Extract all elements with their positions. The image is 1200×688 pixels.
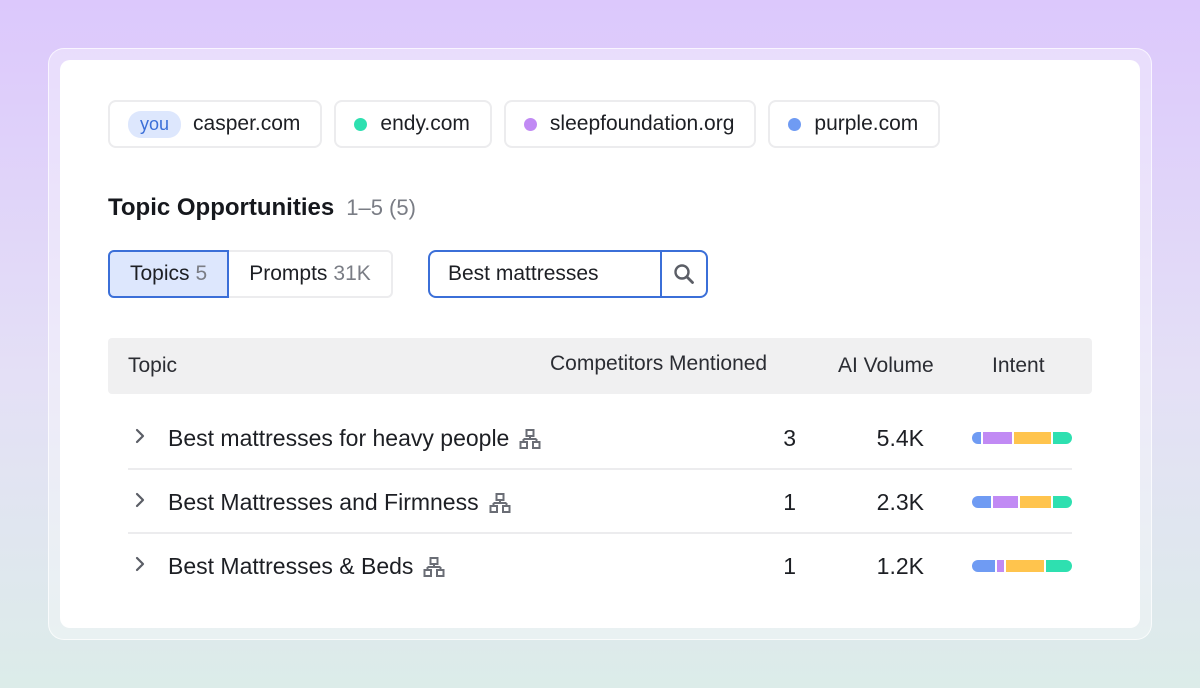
chevron-right-icon[interactable] [132, 428, 148, 444]
domain-color-dot [523, 117, 537, 131]
domain-chips: you casper.com endy.com sleepfoundation.… [108, 100, 941, 148]
table-row[interactable]: Best mattresses for heavy people 3 5.4K [128, 406, 1072, 470]
table-row[interactable]: Best Mattresses & Beds 1 1.2K [128, 534, 1072, 598]
competitors-count: 3 [783, 425, 796, 451]
intent-segment-commercial [992, 496, 1019, 508]
domain-chip-purple[interactable]: purple.com [768, 100, 941, 148]
topic-hierarchy-icon [519, 428, 541, 449]
result-range: 1–5 (5) [346, 195, 416, 220]
ai-volume: 1.2K [876, 553, 924, 579]
page-title: Topic Opportunities [108, 194, 335, 221]
column-header-intent: Intent [992, 354, 1045, 377]
domain-name: sleepfoundation.org [549, 112, 735, 135]
intent-bar [972, 496, 1072, 508]
intent-segment-informational [972, 432, 982, 444]
ai-volume: 5.4K [876, 425, 924, 451]
view-tabs: Topics 5 Prompts 31K [108, 250, 393, 298]
intent-segment-commercial [983, 432, 1012, 444]
domain-chip-endy[interactable]: endy.com [334, 100, 492, 148]
tab-prompts[interactable]: Prompts 31K [229, 250, 393, 298]
section-heading: Topic Opportunities 1–5 (5) [108, 194, 416, 222]
tab-label: Topics [130, 262, 190, 285]
intent-segment-transactional [1006, 560, 1044, 572]
domain-name: casper.com [193, 112, 301, 135]
domain-color-dot [354, 117, 368, 131]
tab-count: 5 [195, 262, 208, 285]
topic-hierarchy-icon [423, 556, 445, 577]
search-icon [674, 264, 694, 284]
search-input[interactable]: Best mattresses [430, 252, 660, 296]
intent-bar [972, 432, 1072, 444]
competitors-count: 1 [783, 489, 796, 515]
domain-name: endy.com [380, 112, 470, 135]
topic-name: Best Mattresses and Firmness [168, 489, 479, 515]
tab-topics[interactable]: Topics 5 [108, 250, 230, 298]
column-header-competitors[interactable]: Competitors Mentioned [550, 352, 767, 376]
topic-cell: Best Mattresses and Firmness [168, 489, 511, 516]
intent-segment-navigational [1053, 496, 1072, 508]
topic-hierarchy-icon [489, 492, 511, 513]
domain-chip-sleepfoundation[interactable]: sleepfoundation.org [503, 100, 757, 148]
column-header-topic[interactable]: Topic [128, 354, 177, 378]
table-row[interactable]: Best Mattresses and Firmness 1 2.3K [128, 470, 1072, 534]
domain-chip-casper[interactable]: you casper.com [108, 100, 323, 148]
chevron-right-icon[interactable] [132, 492, 148, 508]
intent-segment-transactional [1013, 432, 1052, 444]
competitors-count: 1 [783, 553, 796, 579]
chevron-right-icon[interactable] [132, 556, 148, 572]
topic-opportunities-card: you casper.com endy.com sleepfoundation.… [60, 60, 1140, 628]
search-button[interactable] [660, 252, 706, 296]
intent-segment-informational [972, 496, 991, 508]
domain-color-dot [788, 117, 802, 131]
domain-name: purple.com [814, 112, 919, 135]
intent-segment-commercial [996, 560, 1005, 572]
intent-segment-informational [972, 560, 995, 572]
you-badge: you [128, 110, 182, 138]
tab-label: Prompts [249, 262, 328, 285]
table-header: Topic Competitors Mentioned AI Volume In… [108, 338, 1092, 394]
intent-segment-navigational [1053, 432, 1072, 444]
intent-segment-transactional [1020, 496, 1052, 508]
topic-cell: Best Mattresses & Beds [168, 553, 445, 580]
column-header-ai-volume[interactable]: AI Volume [838, 354, 934, 378]
topic-name: Best mattresses for heavy people [168, 425, 510, 451]
topic-cell: Best mattresses for heavy people [168, 425, 541, 452]
tab-count: 31K [333, 262, 371, 285]
topic-name: Best Mattresses & Beds [168, 553, 414, 579]
intent-segment-navigational [1045, 560, 1072, 572]
ai-volume: 2.3K [876, 489, 924, 515]
search-box: Best mattresses [428, 250, 708, 298]
intent-bar [972, 560, 1072, 572]
